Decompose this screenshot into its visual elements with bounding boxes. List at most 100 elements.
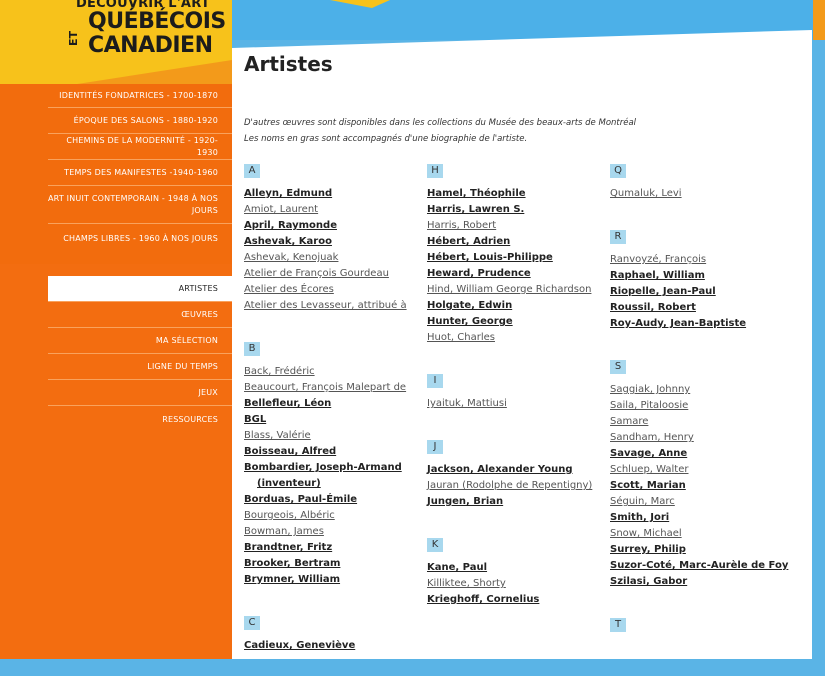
letter-group: A Alleyn, Edmund Amiot, Laurent April, Raym… [244, 158, 419, 314]
artist-link[interactable]: Szilasi, Gabor [610, 574, 785, 590]
artist-link[interactable]: Ashevak, Kenojuak [244, 250, 419, 266]
artist-link[interactable]: Ashevak, Karoo [244, 234, 419, 250]
artist-link[interactable]: Schluep, Walter [610, 462, 785, 478]
artist-link[interactable]: Scott, Marian [610, 478, 785, 494]
artist-link[interactable]: Roussil, Robert [610, 300, 785, 316]
letter-heading: Q [610, 164, 626, 178]
artist-link[interactable]: Hamel, Théophile [427, 186, 602, 202]
artist-link[interactable]: Amiot, Laurent [244, 202, 419, 218]
artist-link[interactable]: Bombardier, Joseph-Armand [244, 460, 419, 476]
letter-group: T [610, 612, 785, 640]
letter-heading: T [610, 618, 626, 632]
artist-link[interactable]: Snow, Michael [610, 526, 785, 542]
artist-link[interactable]: Holgate, Edwin [427, 298, 602, 314]
artist-link[interactable]: Riopelle, Jean-Paul [610, 284, 785, 300]
artist-link[interactable]: Savage, Anne [610, 446, 785, 462]
artist-link[interactable]: BGL [244, 412, 419, 428]
nav-item-jeux[interactable]: JEUX [48, 380, 232, 406]
artist-link[interactable]: Jackson, Alexander Young [427, 462, 602, 478]
artist-link[interactable]: Harris, Lawren S. [427, 202, 602, 218]
intro-text: D'autres œuvres sont disponibles dans le… [244, 115, 636, 147]
nav-item-art-inuit[interactable]: ART INUIT CONTEMPORAIN - 1948 À NOS JOUR… [48, 186, 232, 224]
artist-link[interactable]: Suzor-Coté, Marc-Aurèle de Foy [610, 558, 788, 574]
artist-link[interactable]: Séguin, Marc [610, 494, 785, 510]
artist-column-1: A Alleyn, Edmund Amiot, Laurent April, Raym… [244, 158, 419, 659]
artist-link[interactable]: Roy-Audy, Jean-Baptiste [610, 316, 785, 332]
artist-link[interactable]: Krieghoff, Cornelius [427, 592, 602, 608]
artist-link[interactable]: Harris, Robert [427, 218, 602, 234]
artist-column-3: Q Qumaluk, Levi R Ranvoyzé, François Raphael… [610, 158, 788, 659]
letter-group: C Cadieux, Geneviève [244, 610, 419, 654]
letter-group: S Saggiak, Johnny Saila, Pitaloosie Samare S… [610, 354, 788, 590]
artist-link[interactable]: Atelier des Écores [244, 282, 419, 298]
artist-link[interactable]: Hunter, George [427, 314, 602, 330]
intro-line-1: D'autres œuvres sont disponibles dans le… [244, 118, 637, 128]
nav-item-oeuvres[interactable]: ŒUVRES [48, 302, 232, 328]
artist-link[interactable]: Bourgeois, Albéric [244, 508, 419, 524]
nav-item-manifestes[interactable]: TEMPS DES MANIFESTES -1940-1960 [48, 160, 232, 186]
artist-link[interactable]: Killiktee, Shorty [427, 576, 602, 592]
nav-item-identites[interactable]: IDENTITÉS FONDATRICES - 1700-1870 [48, 84, 232, 108]
artist-link[interactable]: Hébert, Adrien [427, 234, 602, 250]
artist-link[interactable]: Bowman, James [244, 524, 419, 540]
artist-column-2: H Hamel, Théophile Harris, Lawren S. Harris… [427, 158, 602, 630]
artist-link[interactable]: April, Raymonde [244, 218, 419, 234]
artist-link[interactable]: Borduas, Paul-Émile [244, 492, 419, 508]
artist-link[interactable]: Hind, William George Richardson [427, 282, 602, 298]
artist-link[interactable]: Alleyn, Edmund [244, 186, 419, 202]
artist-link[interactable]: Boisseau, Alfred [244, 444, 419, 460]
artist-link[interactable]: (inventeur) [244, 476, 419, 492]
artist-link[interactable]: Cadieux, Geneviève [244, 638, 419, 654]
artist-link[interactable]: Huot, Charles [427, 330, 602, 346]
letter-heading: C [244, 616, 260, 630]
letter-heading: A [244, 164, 260, 178]
artist-link[interactable]: Brooker, Bertram [244, 556, 419, 572]
nav-item-ressources[interactable]: RESSOURCES [48, 406, 232, 432]
artist-link[interactable]: Brandtner, Fritz [244, 540, 419, 556]
artist-link[interactable]: Beaucourt, François Malepart de [244, 380, 419, 396]
artist-link[interactable]: Bellefleur, Léon [244, 396, 419, 412]
section-nav: ARTISTES ŒUVRES MA SÉLECTION LIGNE DU TE… [48, 276, 232, 432]
page-title: Artistes [244, 52, 333, 76]
artist-link[interactable]: Saila, Pitaloosie [610, 398, 785, 414]
intro-line-2: Les noms en gras sont accompagnés d'une … [244, 134, 528, 144]
letter-group: K Kane, Paul Killiktee, Shorty Krieghoff, C… [427, 532, 602, 608]
artist-link[interactable]: Samare [610, 414, 785, 430]
letter-heading: H [427, 164, 443, 178]
artist-link[interactable]: Iyaituk, Mattiusi [427, 396, 602, 412]
artist-link[interactable]: Kane, Paul [427, 560, 602, 576]
site-logo[interactable]: DÉCOUVRIR L'ART ET QUÉBÉCOIS CANADIEN [67, 0, 230, 62]
artist-link[interactable]: Sandham, Henry [610, 430, 785, 446]
artist-link[interactable]: Hébert, Louis-Philippe [427, 250, 602, 266]
artist-link[interactable]: Surrey, Philip [610, 542, 785, 558]
artist-link[interactable]: Brymner, William [244, 572, 419, 588]
logo-line-3: CANADIEN [88, 33, 213, 58]
letter-group: I Iyaituk, Mattiusi [427, 368, 602, 412]
artist-link[interactable]: Qumaluk, Levi [610, 186, 785, 202]
nav-item-salons[interactable]: ÉPOQUE DES SALONS - 1880-1920 [48, 108, 232, 134]
letter-heading: S [610, 360, 626, 374]
nav-item-champs-libres[interactable]: CHAMPS LIBRES - 1960 À NOS JOURS [48, 224, 232, 254]
nav-item-ligne-du-temps[interactable]: LIGNE DU TEMPS [48, 354, 232, 380]
letter-group: B Back, Frédéric Beaucourt, François Malep… [244, 336, 419, 588]
artist-link[interactable]: Jauran (Rodolphe de Repentigny) [427, 478, 602, 494]
letter-group: R Ranvoyzé, François Raphael, William Riope… [610, 224, 785, 332]
artist-link[interactable]: Jungen, Brian [427, 494, 602, 510]
letter-group: H Hamel, Théophile Harris, Lawren S. Harris… [427, 158, 602, 346]
letter-group: Q Qumaluk, Levi [610, 158, 785, 202]
artist-link[interactable]: Back, Frédéric [244, 364, 419, 380]
letter-heading: J [427, 440, 443, 454]
artist-link[interactable]: Atelier de François Gourdeau [244, 266, 419, 282]
artist-link[interactable]: Blass, Valérie [244, 428, 419, 444]
letter-heading: R [610, 230, 626, 244]
artist-link[interactable]: Raphael, William [610, 268, 785, 284]
artist-link[interactable]: Atelier des Levasseur, attribué à [244, 298, 419, 314]
nav-item-modernite[interactable]: CHEMINS DE LA MODERNITÉ - 1920-1930 [48, 134, 232, 160]
artist-link[interactable]: Saggiak, Johnny [610, 382, 785, 398]
main-content: Artistes D'autres œuvres sont disponible… [232, 30, 812, 659]
artist-link[interactable]: Ranvoyzé, François [610, 252, 785, 268]
nav-item-artistes[interactable]: ARTISTES [48, 276, 232, 302]
artist-link[interactable]: Heward, Prudence [427, 266, 602, 282]
artist-link[interactable]: Smith, Jori [610, 510, 785, 526]
nav-item-ma-selection[interactable]: MA SÉLECTION [48, 328, 232, 354]
